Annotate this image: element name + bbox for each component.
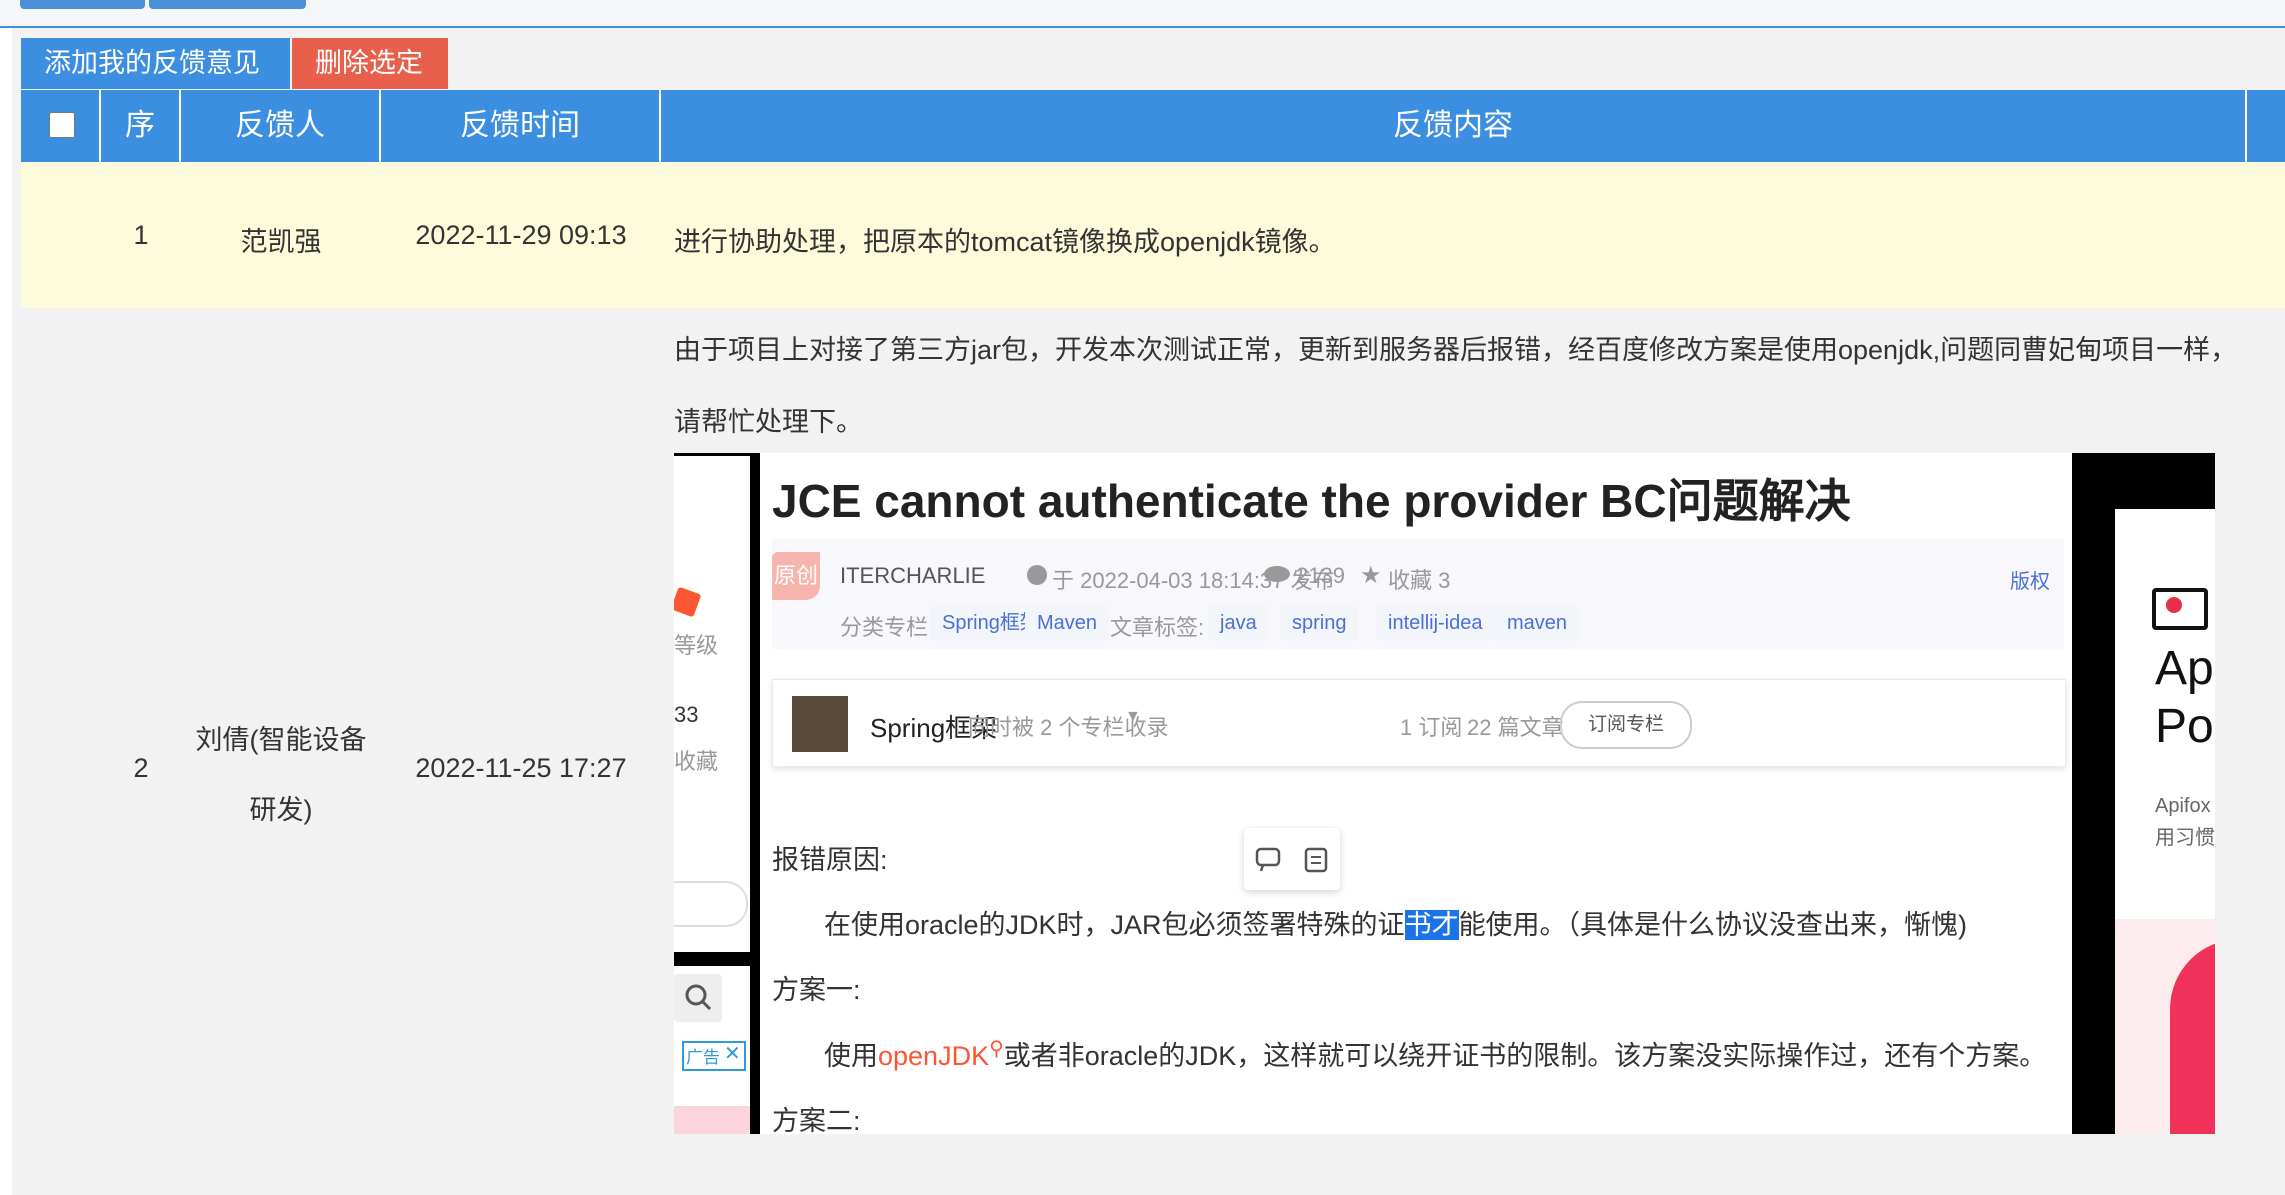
- note-icon[interactable]: [1302, 846, 1330, 874]
- subscribe-column-button[interactable]: 订阅专栏: [1560, 701, 1692, 749]
- row-content-line1: 由于项目上对接了第三方jar包，开发本次测试正常，更新到服务器后报错，经百度修改…: [674, 335, 2238, 365]
- selection-popup: [1244, 828, 1340, 890]
- sidebar-favorite: 收藏: [674, 749, 719, 774]
- row-index: 2: [133, 753, 149, 783]
- row-time: 2022-11-25 17:27: [415, 753, 627, 783]
- article-paragraph: 使用openJDK⚲或者非oracle的JDK，这样就可以绕开证书的限制。该方案…: [824, 1034, 2046, 1073]
- ad-headline: Po: [2155, 700, 2214, 753]
- ad-subtext: Apifox: [2155, 795, 2211, 817]
- top-tab[interactable]: [149, 0, 306, 9]
- article-favorites[interactable]: 收藏 3: [1388, 563, 1450, 595]
- paragraph-text: 能使用。（具体是什么协议没查出来，惭愧): [1458, 910, 1968, 940]
- section-heading: 方案二:: [772, 1106, 861, 1134]
- article-tag[interactable]: java: [1208, 606, 1269, 641]
- header-next-column: 后: [2247, 90, 2285, 162]
- article-paragraph: 在使用oracle的JDK时，JAR包必须签署特殊的证书才能使用。（具体是什么协…: [824, 903, 1967, 942]
- paragraph-text: 或者非oracle的JDK，这样就可以绕开证书的限制。该方案没实际操作过，还有个…: [1003, 1041, 2047, 1071]
- category-tag[interactable]: Maven: [1025, 606, 1110, 641]
- article-page: JCE cannot authenticate the provider BC问…: [760, 453, 2072, 1134]
- copyright-link[interactable]: 版权: [2010, 565, 2050, 594]
- section-heading: 方案一:: [772, 975, 861, 1005]
- embedded-screenshot[interactable]: 等级 33 收藏 广告 ✕ JCE cannot authenticate th…: [674, 453, 2215, 1134]
- column-avatar: [792, 696, 848, 752]
- tags-label: 文章标签:: [1110, 615, 1205, 640]
- category-label: 分类专栏:: [840, 615, 935, 640]
- header-index: 序: [101, 90, 181, 162]
- screenshot-left-tools: 广告 ✕: [674, 966, 750, 1134]
- top-tab[interactable]: [20, 0, 145, 9]
- section-heading: 报错原因:: [772, 845, 888, 875]
- ad-graphic: [2170, 939, 2215, 1134]
- ad-subtext: 用习惯: [2155, 827, 2215, 849]
- logo-mark: [2166, 597, 2182, 613]
- dropdown-icon[interactable]: ▼: [1125, 708, 1141, 726]
- article-views: 2139: [1296, 563, 1345, 588]
- screenshot-left-sidebar: 等级 33 收藏: [674, 456, 750, 952]
- delete-selected-button[interactable]: 删除选定: [292, 38, 448, 89]
- ad-headline: Ap: [2155, 642, 2214, 695]
- sidebar-pill-button[interactable]: [674, 881, 748, 927]
- sidebar-level: 等级: [674, 633, 719, 658]
- header-select-all: [21, 90, 101, 162]
- article-tag[interactable]: maven: [1495, 606, 1580, 641]
- table-header: 序 反馈人 反馈时间 反馈内容 后: [21, 90, 2285, 162]
- header-content: 反馈内容: [661, 90, 2247, 162]
- paragraph-text: 使用: [824, 1041, 878, 1071]
- original-badge: 原创: [772, 552, 820, 600]
- openjdk-link[interactable]: openJDK: [878, 1041, 989, 1071]
- search-button[interactable]: [674, 974, 722, 1022]
- row-person-line1: 刘倩(智能设备: [195, 725, 367, 755]
- row-person: 范凯强: [240, 227, 322, 257]
- column-articles: 22 篇文章: [1467, 715, 1564, 740]
- apifox-logo: [2152, 588, 2208, 630]
- column-subs: 1 订阅: [1400, 715, 1463, 740]
- row-time: 2022-11-29 09:13: [415, 220, 627, 250]
- ad-label: 广告: [686, 1048, 720, 1067]
- selected-text: 书才: [1404, 910, 1459, 940]
- top-tab-strip: [0, 0, 2285, 28]
- header-person: 反馈人: [181, 90, 381, 162]
- star-icon[interactable]: ★: [1360, 561, 1382, 590]
- table-row[interactable]: 1 范凯强 2022-11-29 09:13 进行协助处理，把原本的tomcat…: [21, 162, 2285, 308]
- ad-image: [674, 1106, 750, 1134]
- close-icon[interactable]: ✕: [724, 1041, 741, 1066]
- clock-icon: [1027, 565, 1047, 585]
- row-content-line2: 请帮忙处理下。: [674, 407, 863, 437]
- article-title: JCE cannot authenticate the provider BC问…: [772, 475, 1851, 527]
- article-tag[interactable]: intellij-idea: [1376, 606, 1495, 641]
- row-content: 进行协助处理，把原本的tomcat镜像换成openjdk镜像。: [674, 227, 1336, 257]
- medal-icon: [674, 586, 702, 618]
- screenshot-right-ad[interactable]: Ap Po Apifox 用习惯: [2115, 509, 2215, 1134]
- search-icon[interactable]: ⚲: [989, 1038, 1004, 1060]
- ad-badge[interactable]: 广告 ✕: [682, 1041, 746, 1071]
- row-person-line2: 研发): [249, 795, 313, 825]
- comment-icon[interactable]: [1254, 846, 1282, 874]
- eye-icon: [1264, 566, 1290, 582]
- add-feedback-button[interactable]: 添加我的反馈意见: [21, 38, 290, 89]
- article-author[interactable]: ITERCHARLIE: [840, 563, 985, 589]
- select-all-checkbox[interactable]: [49, 112, 75, 138]
- row-index: 1: [133, 220, 149, 250]
- search-icon: [685, 984, 712, 1011]
- sidebar-count: 33: [674, 702, 699, 727]
- article-published: 于 2022-04-03 18:14:37 发布: [1052, 568, 1335, 593]
- paragraph-text: 在使用oracle的JDK时，JAR包必须签署特殊的证: [824, 910, 1405, 940]
- article-tag[interactable]: spring: [1280, 606, 1359, 641]
- header-time: 反馈时间: [381, 90, 661, 162]
